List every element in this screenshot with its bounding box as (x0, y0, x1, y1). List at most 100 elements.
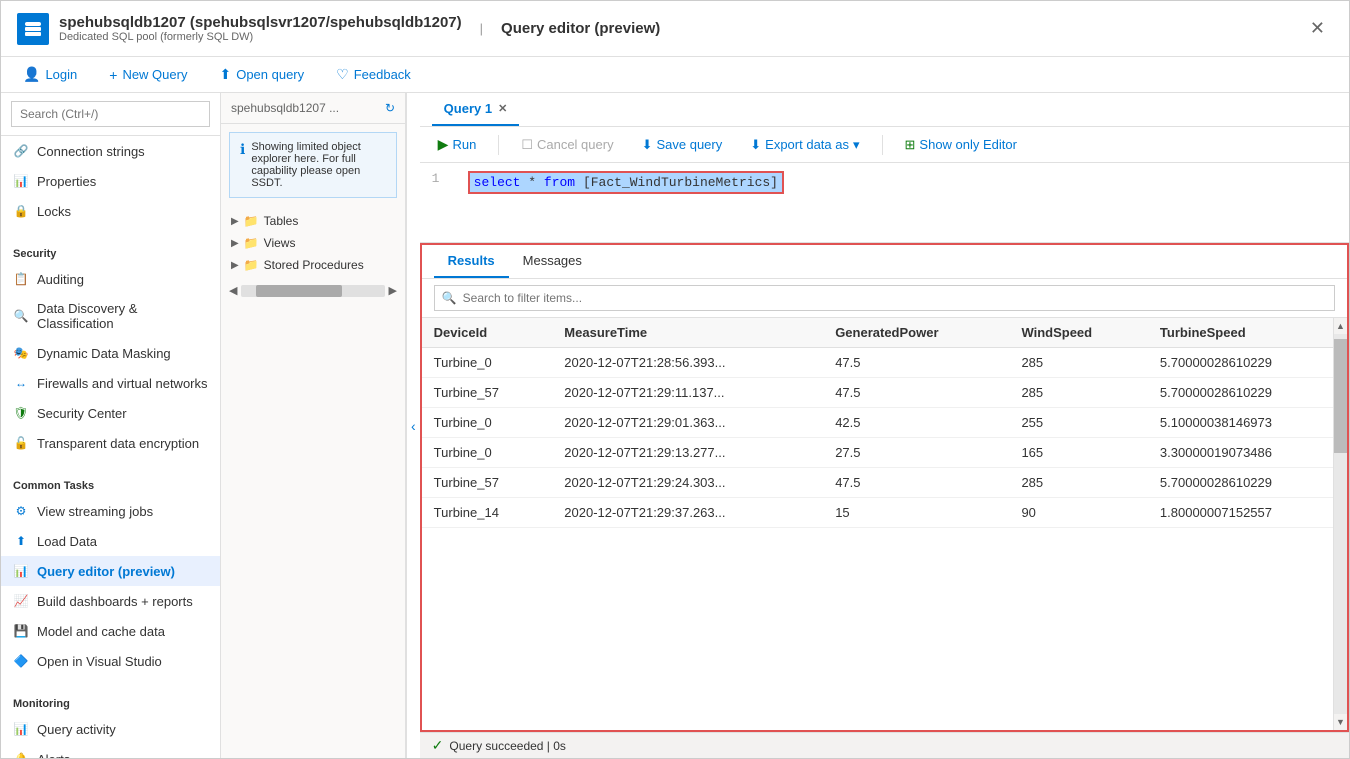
sidebar-item-security-center[interactable]: 🛡 Security Center (1, 398, 220, 428)
oe-tree-views[interactable]: ▶ 📁 Views (229, 232, 397, 254)
cell-r1-c1: 2020-12-07T21:29:11.137... (552, 378, 823, 408)
cell-r5-c2: 15 (823, 498, 1009, 528)
security-center-label: Security Center (37, 406, 127, 421)
sidebar-item-firewalls[interactable]: ↔ Firewalls and virtual networks (1, 368, 220, 398)
cancel-icon: ☐ (521, 137, 533, 153)
results-tabs: Results Messages (422, 245, 1347, 279)
oe-right-arrow-icon[interactable]: ▶ (389, 284, 397, 297)
col-header-deviceid: DeviceId (422, 318, 553, 348)
open-query-label: Open query (236, 67, 304, 82)
sidebar-item-transparent-encryption[interactable]: 🔓 Transparent data encryption (1, 428, 220, 458)
query-activity-label: Query activity (37, 722, 116, 737)
open-query-button[interactable]: ⬆ Open query (213, 63, 310, 86)
export-data-button[interactable]: ⬇ Export data as ▾ (744, 134, 865, 156)
open-visual-studio-label: Open in Visual Studio (37, 654, 162, 669)
oe-left-arrow-icon[interactable]: ◀ (229, 284, 237, 297)
firewall-icon: ↔ (13, 375, 29, 391)
sidebar-item-locks[interactable]: 🔒 Locks (1, 196, 220, 226)
resource-title: spehubsqldb1207 (spehubsqlsvr1207/spehub… (59, 14, 462, 31)
build-dashboards-label: Build dashboards + reports (37, 594, 193, 609)
results-tab-messages[interactable]: Messages (509, 245, 596, 278)
cell-r0-c0: Turbine_0 (422, 348, 553, 378)
tab-close-icon[interactable]: ✕ (498, 102, 507, 115)
security-center-icon: 🛡 (13, 405, 29, 421)
scroll-up-button[interactable]: ▲ (1334, 318, 1347, 334)
page-title: Query editor (preview) (501, 20, 660, 37)
auditing-icon: 📋 (13, 271, 29, 287)
run-button[interactable]: ▶ Run (432, 133, 483, 156)
oe-tree-tables[interactable]: ▶ 📁 Tables (229, 210, 397, 232)
export-icon: ⬇ (750, 137, 761, 153)
save-icon: ⬇ (642, 137, 653, 153)
query-editor-label: Query editor (preview) (37, 564, 175, 579)
line-number-1: 1 (432, 171, 452, 194)
dashboards-icon: 📈 (13, 593, 29, 609)
firewalls-label: Firewalls and virtual networks (37, 376, 208, 391)
status-bar: ✓ Query succeeded | 0s (420, 732, 1349, 758)
properties-label: Properties (37, 174, 96, 189)
save-query-button[interactable]: ⬇ Save query (636, 134, 729, 156)
sidebar-item-alerts[interactable]: 🔔 Alerts (1, 744, 220, 758)
cell-r0-c3: 285 (1009, 348, 1147, 378)
cell-r1-c4: 5.70000028610229 (1148, 378, 1347, 408)
new-query-label: New Query (122, 67, 187, 82)
query-tab-1[interactable]: Query 1 ✕ (432, 93, 520, 126)
sidebar-item-streaming-jobs[interactable]: ⚙ View streaming jobs (1, 496, 220, 526)
results-tab-results[interactable]: Results (434, 245, 509, 278)
query-area: Query 1 ✕ ▶ Run ☐ Cancel query ⬇ Save qu… (420, 93, 1349, 758)
sidebar-item-connection-strings[interactable]: 🔗 Connection strings (1, 136, 220, 166)
sidebar-item-model-cache[interactable]: 💾 Model and cache data (1, 616, 220, 646)
code-editor[interactable]: 1 select * from [Fact_WindTurbineMetrics… (420, 163, 1349, 243)
sidebar-item-query-activity[interactable]: 📊 Query activity (1, 714, 220, 744)
sidebar-search-wrapper (1, 93, 220, 136)
from-keyword: from (544, 175, 575, 190)
cell-r0-c4: 5.70000028610229 (1148, 348, 1347, 378)
cell-r3-c3: 165 (1009, 438, 1147, 468)
results-table-header: DeviceId MeasureTime GeneratedPower Wind… (422, 318, 1347, 348)
common-tasks-section-header: Common Tasks (1, 470, 220, 496)
header-row: DeviceId MeasureTime GeneratedPower Wind… (422, 318, 1347, 348)
chevron-tables-icon: ▶ (231, 216, 239, 227)
model-cache-icon: 💾 (13, 623, 29, 639)
oe-tree-stored-procedures[interactable]: ▶ 📁 Stored Procedures (229, 254, 397, 276)
feedback-button[interactable]: ♡ Feedback (330, 63, 417, 86)
export-data-label: Export data as (765, 137, 849, 152)
sidebar-item-dynamic-masking[interactable]: 🎭 Dynamic Data Masking (1, 338, 220, 368)
scroll-down-button[interactable]: ▼ (1334, 714, 1347, 730)
sidebar-item-properties[interactable]: 📊 Properties (1, 166, 220, 196)
query-tabs: Query 1 ✕ (420, 93, 1349, 127)
new-query-button[interactable]: + New Query (103, 64, 193, 86)
sidebar-item-build-dashboards[interactable]: 📈 Build dashboards + reports (1, 586, 220, 616)
sidebar-item-query-editor[interactable]: 📊 Query editor (preview) (1, 556, 220, 586)
login-button[interactable]: 👤 Login (17, 63, 83, 86)
sidebar-search-input[interactable] (11, 101, 210, 127)
sidebar-item-data-discovery[interactable]: 🔍 Data Discovery & Classification (1, 294, 220, 338)
sidebar-item-load-data[interactable]: ⬆ Load Data (1, 526, 220, 556)
sidebar-item-open-visual-studio[interactable]: 🔷 Open in Visual Studio (1, 646, 220, 676)
oe-refresh-icon[interactable]: ↻ (385, 101, 395, 115)
cell-r0-c1: 2020-12-07T21:28:56.393... (552, 348, 823, 378)
table-row: Turbine_02020-12-07T21:28:56.393...47.52… (422, 348, 1347, 378)
transparent-encryption-label: Transparent data encryption (37, 436, 199, 451)
cancel-query-button[interactable]: ☐ Cancel query (515, 134, 619, 156)
object-explorer: spehubsqldb1207 ... ↻ ℹ Showing limited … (221, 93, 406, 758)
tables-label: Tables (264, 214, 299, 228)
cell-r3-c0: Turbine_0 (422, 438, 553, 468)
query-activity-icon: 📊 (13, 721, 29, 737)
sidebar-item-auditing[interactable]: 📋 Auditing (1, 264, 220, 294)
save-query-label: Save query (656, 137, 722, 152)
sidebar: 🔗 Connection strings 📊 Properties 🔒 Lock… (1, 93, 221, 758)
results-search-input[interactable] (434, 285, 1335, 311)
close-button[interactable]: ✕ (1302, 14, 1333, 43)
show-only-editor-button[interactable]: ⊞ Show only Editor (899, 134, 1023, 156)
col-header-measuretime: MeasureTime (552, 318, 823, 348)
masking-icon: 🎭 (13, 345, 29, 361)
toolbar-separator-1 (498, 135, 499, 155)
app-window: spehubsqldb1207 (spehubsqlsvr1207/spehub… (0, 0, 1350, 759)
panel-collapse-arrow[interactable]: ‹ (406, 93, 420, 758)
results-area: Results Messages 🔍 (420, 243, 1349, 732)
grid-icon: ⊞ (905, 137, 916, 153)
results-search: 🔍 (422, 279, 1347, 318)
locks-label: Locks (37, 204, 71, 219)
cell-r5-c1: 2020-12-07T21:29:37.263... (552, 498, 823, 528)
